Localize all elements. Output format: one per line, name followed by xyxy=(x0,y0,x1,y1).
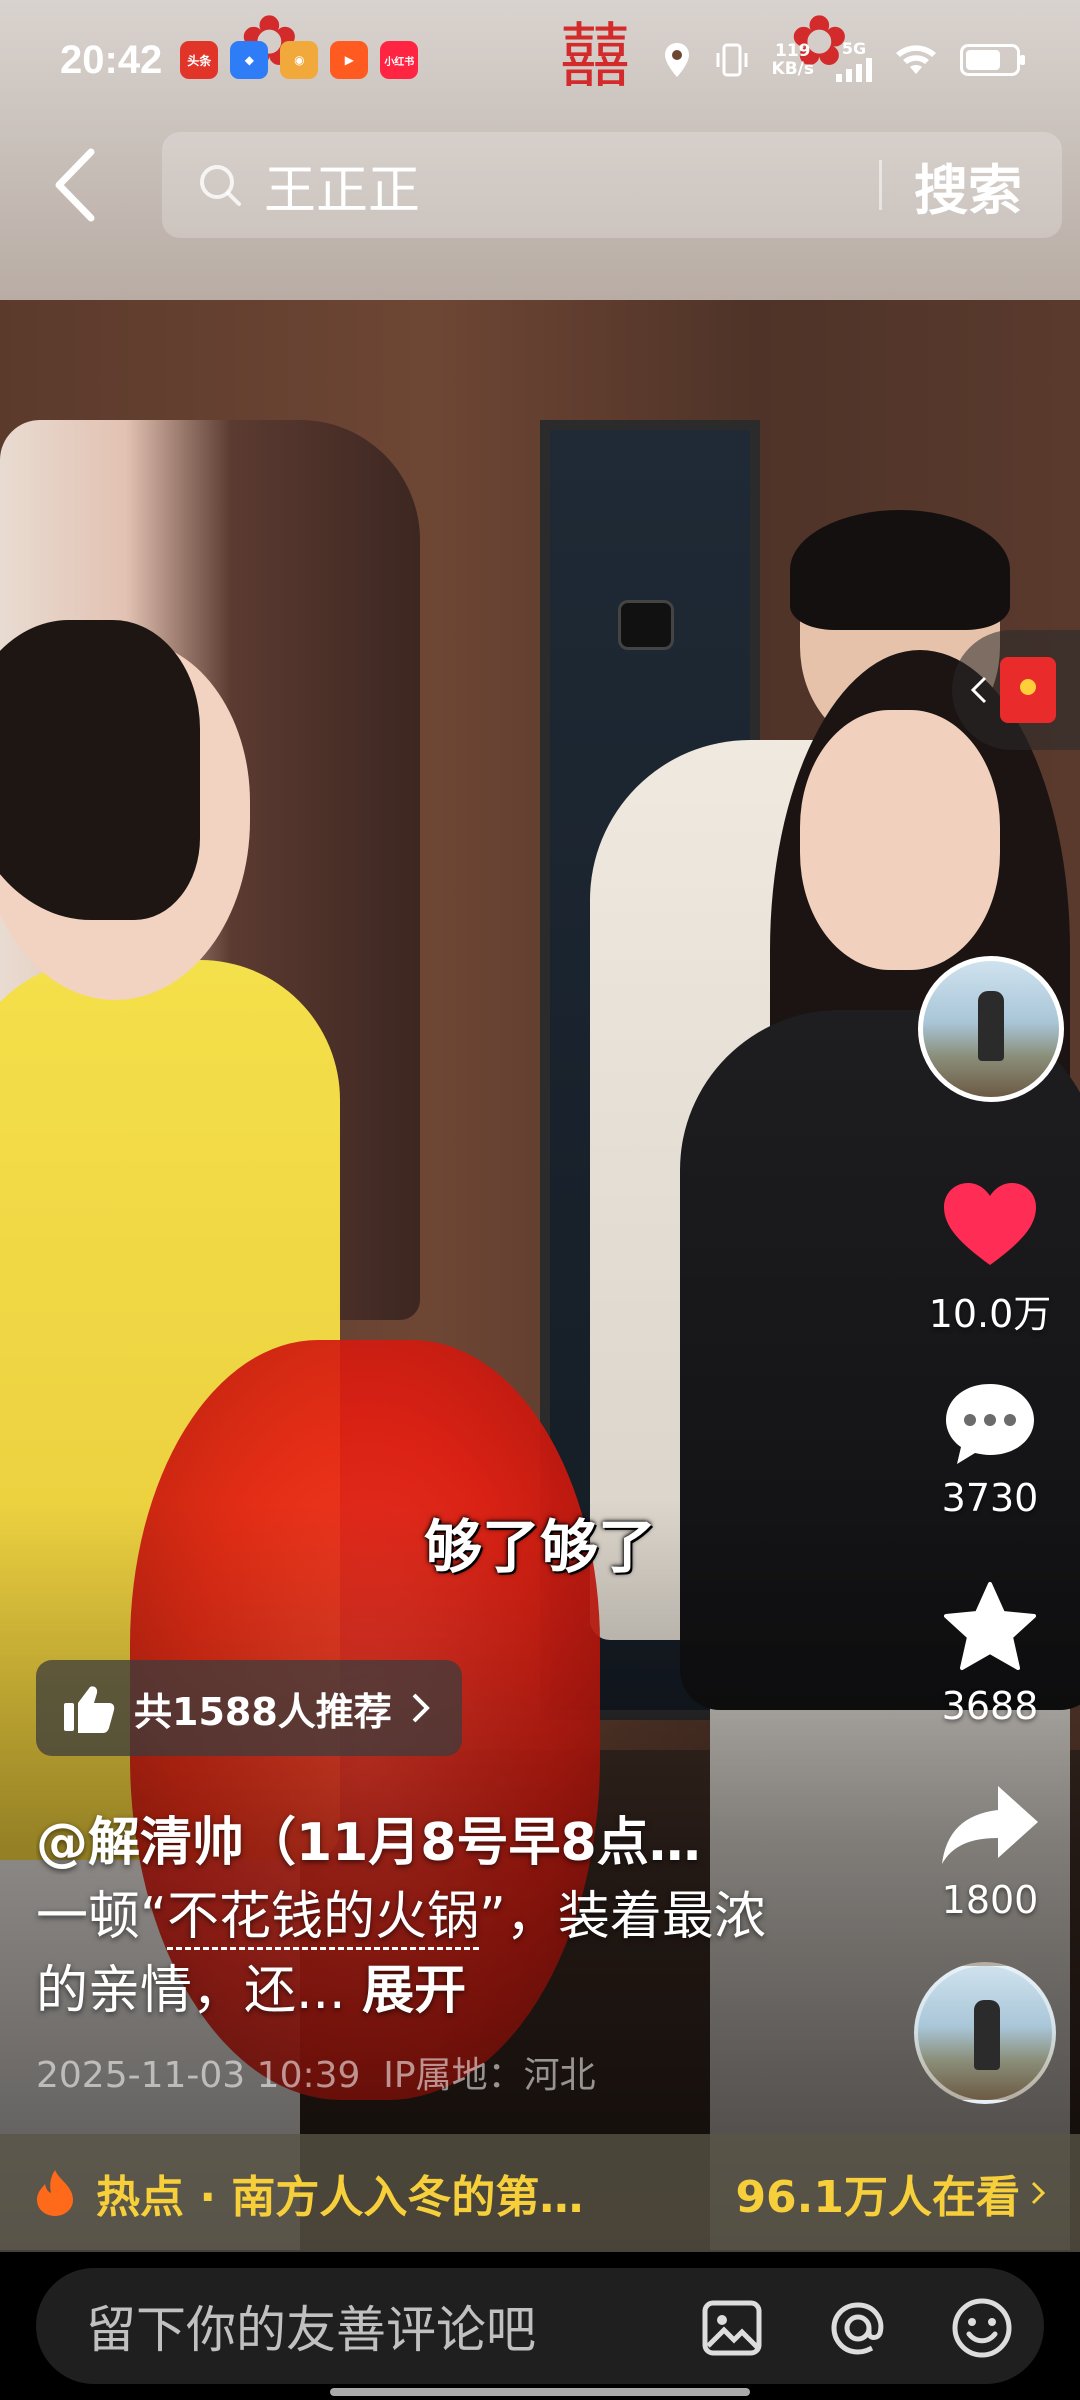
search-query[interactable]: 王正正 xyxy=(264,148,420,223)
battery-icon xyxy=(960,44,1025,76)
like-count: 10.0万 xyxy=(928,1292,1052,1336)
chevron-right-icon xyxy=(412,1693,430,1723)
recommend-text: 共1588人推荐 xyxy=(134,1689,392,1734)
browser-icon: ◆ xyxy=(230,41,269,79)
cell-signal: 5G xyxy=(836,39,872,82)
net-speed: 119 KB/s xyxy=(771,41,814,79)
chevron-right-icon xyxy=(1031,2181,1046,2205)
hot-topic-bar[interactable]: 热点 · 南方人入冬的第… 96.1万人在看 xyxy=(0,2134,1080,2252)
hashtag-link[interactable]: 不花钱的火锅 xyxy=(166,1887,479,1950)
notification-icons: 头条 ◆ ◉ ▶ 小红书 xyxy=(180,41,419,79)
location-icon xyxy=(664,43,689,77)
red-packet-widget[interactable] xyxy=(952,630,1080,750)
ip-location: IP属地：河北 xyxy=(383,2055,596,2096)
share-arrow-icon xyxy=(942,1786,1038,1864)
signal-icon xyxy=(836,57,872,82)
comment-icon xyxy=(946,1384,1034,1464)
video-subtitle: 够了够了 xyxy=(423,1513,656,1581)
weibo-icon: ◉ xyxy=(280,41,319,79)
music-disc[interactable] xyxy=(914,1962,1056,2104)
toutiao-icon: 头条 xyxy=(180,41,219,79)
red-packet-icon xyxy=(1000,657,1056,723)
search-button[interactable]: 搜索 xyxy=(914,132,1022,238)
recommend-pill[interactable]: 共1588人推荐 xyxy=(36,1660,462,1756)
author-avatar[interactable] xyxy=(918,956,1064,1102)
favorite-button[interactable]: 3688 xyxy=(910,1580,1070,1728)
favorite-count: 3688 xyxy=(941,1684,1039,1728)
vibrate-icon xyxy=(716,43,748,77)
search-bar[interactable]: 王正正 搜索 xyxy=(162,132,1062,238)
flame-icon xyxy=(37,2170,73,2216)
hot-topic-watching: 96.1万人在看 xyxy=(735,2172,1020,2223)
back-button[interactable] xyxy=(40,140,110,230)
comment-button[interactable]: 3730 xyxy=(910,1378,1070,1520)
post-description[interactable]: 一顿“不花钱的火锅”，装着最浓的亲情，还... 展开 xyxy=(36,1880,796,2028)
search-icon xyxy=(200,165,241,206)
home-indicator xyxy=(330,2388,750,2396)
kuaishou-icon: ▶ xyxy=(330,41,369,79)
chevron-left-icon xyxy=(970,676,987,704)
comment-bar: 留下你的友善评论吧 xyxy=(0,2252,1080,2400)
comment-input[interactable]: 留下你的友善评论吧 xyxy=(36,2268,1044,2384)
comment-placeholder: 留下你的友善评论吧 xyxy=(86,2301,536,2359)
chevron-left-icon xyxy=(55,148,95,222)
status-time: 20:42 xyxy=(60,37,163,82)
wifi-icon xyxy=(896,45,936,74)
heart-icon xyxy=(944,1183,1036,1265)
search-divider xyxy=(879,160,882,210)
star-icon xyxy=(944,1582,1036,1670)
author-name[interactable]: @解清帅（11月8号早8点… xyxy=(36,1800,796,1875)
image-icon[interactable] xyxy=(700,2296,764,2360)
post-date: 2025-11-03 10:39 xyxy=(36,2055,361,2096)
thumbs-up-icon xyxy=(64,1686,115,1733)
hot-topic-title: 热点 · 南方人入冬的第… xyxy=(96,2172,584,2223)
like-button[interactable]: 10.0万 xyxy=(910,1175,1070,1338)
status-indicators: 119 KB/s 5G xyxy=(662,39,1025,82)
post-meta: 2025-11-03 10:39 IP属地：河北 xyxy=(36,2046,596,2098)
share-button[interactable]: 1800 xyxy=(910,1780,1070,1922)
xiaohongshu-icon: 小红书 xyxy=(380,41,419,79)
status-bar: 20:42 头条 ◆ ◉ ▶ 小红书 119 KB/s 5G xyxy=(0,0,1080,120)
mention-icon[interactable] xyxy=(826,2296,890,2360)
emoji-icon[interactable] xyxy=(950,2296,1014,2360)
share-count: 1800 xyxy=(941,1878,1039,1922)
expand-button[interactable]: 展开 xyxy=(362,1961,466,2021)
